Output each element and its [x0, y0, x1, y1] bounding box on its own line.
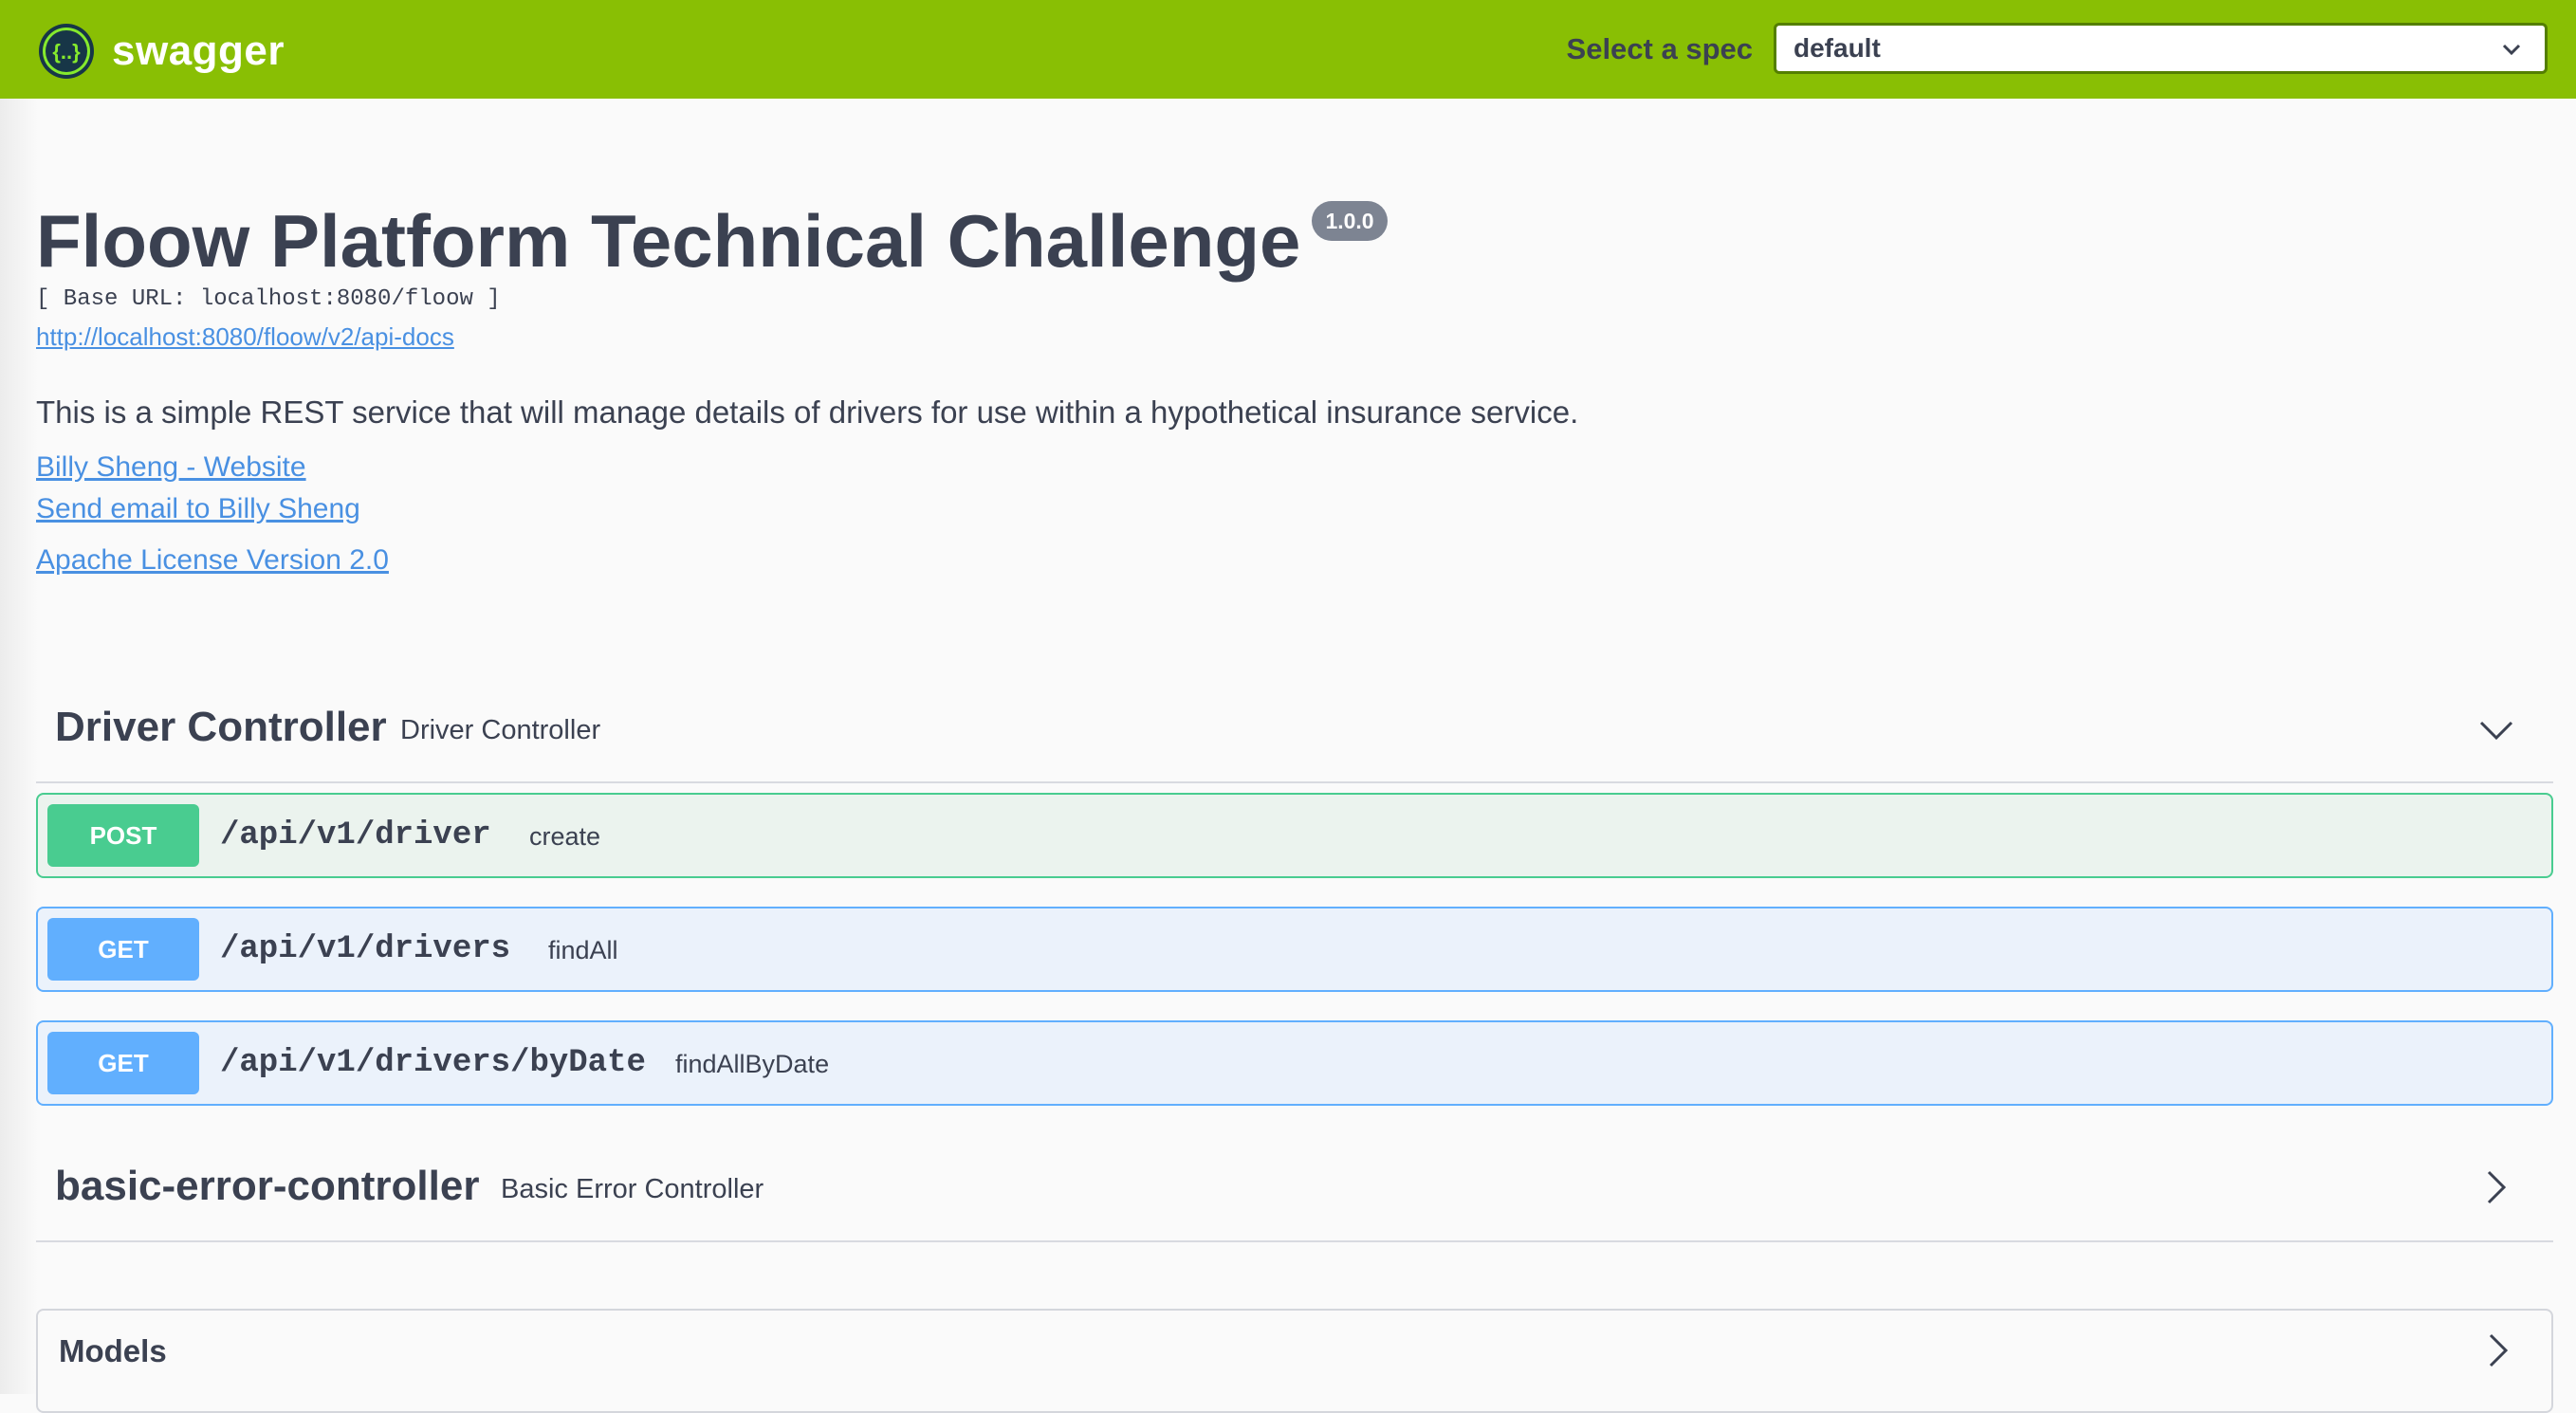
tag-driver-controller[interactable]: Driver Controller Driver Controller [36, 687, 2553, 783]
method-badge: POST [47, 804, 199, 867]
tag-description: Driver Controller [400, 715, 601, 745]
chevron-right-icon[interactable] [2479, 1331, 2517, 1369]
operation-summary: create [529, 822, 601, 851]
email-link[interactable]: Send email to Billy Sheng [36, 493, 360, 525]
api-description: This is a simple REST service that will … [36, 395, 1579, 430]
operation-path: /api/v1/driver [220, 817, 491, 853]
operation-get-drivers-by-date[interactable]: GET /api/v1/drivers/byDate findAllByDate [36, 1020, 2553, 1106]
chevron-right-icon[interactable] [2477, 1168, 2515, 1206]
website-link[interactable]: Billy Sheng - Website [36, 451, 306, 484]
operation-path: /api/v1/drivers [220, 931, 511, 967]
swagger-logo[interactable]: {..} swagger [38, 23, 285, 80]
swagger-logo-icon: {..} [39, 24, 94, 79]
spec-select[interactable]: default [1774, 23, 2548, 74]
api-docs-link[interactable]: http://localhost:8080/floow/v2/api-docs [36, 322, 454, 352]
operation-path: /api/v1/drivers/byDate [220, 1045, 646, 1081]
left-edge-shade [0, 99, 38, 1394]
tag-description: Basic Error Controller [501, 1174, 764, 1204]
page-title: Floow Platform Technical Challenge [36, 199, 1301, 283]
logo-text: swagger [112, 28, 285, 74]
svg-text:{..}: {..} [52, 40, 81, 64]
models-label: Models [59, 1333, 167, 1368]
tag-basic-error-controller[interactable]: basic-error-controller Basic Error Contr… [36, 1134, 2553, 1242]
info-title-row: Floow Platform Technical Challenge 1.0.0 [36, 195, 1388, 286]
operation-summary: findAll [548, 936, 618, 964]
method-badge: GET [47, 918, 199, 981]
models-section[interactable]: Models [36, 1309, 2553, 1413]
license-link[interactable]: Apache License Version 2.0 [36, 544, 389, 577]
method-badge: GET [47, 1032, 199, 1094]
topbar: {..} swagger Select a spec default [0, 0, 2576, 99]
chevron-down-icon [2502, 44, 2521, 56]
select-spec-label: Select a spec [1566, 32, 1753, 65]
tag-name: Driver Controller [55, 704, 387, 750]
version-badge: 1.0.0 [1312, 201, 1388, 241]
tag-name: basic-error-controller [55, 1163, 480, 1209]
operation-summary: findAllByDate [675, 1050, 830, 1078]
base-url: [ Base URL: localhost:8080/floow ] [36, 286, 501, 312]
chevron-down-icon[interactable] [2477, 711, 2515, 749]
operation-post-driver[interactable]: POST /api/v1/driver create [36, 793, 2553, 878]
spec-select-value: default [1794, 33, 1881, 63]
operation-get-drivers[interactable]: GET /api/v1/drivers findAll [36, 907, 2553, 992]
